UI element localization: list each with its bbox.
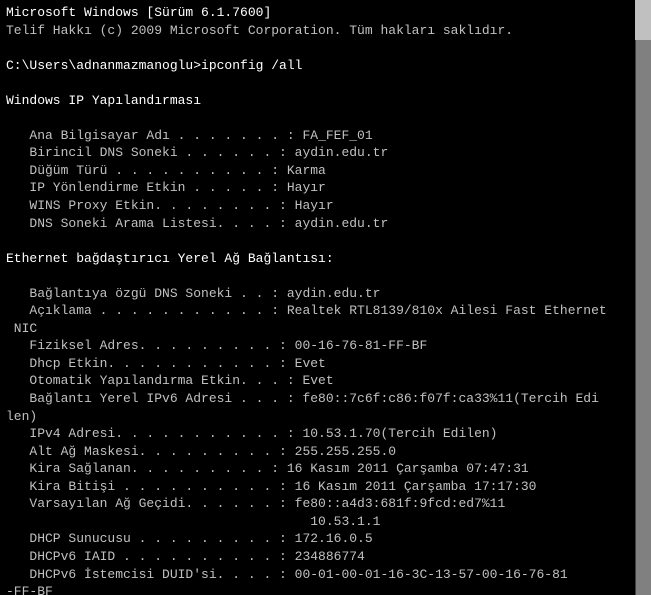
- terminal-line: Bağlantı Yerel IPv6 Adresi . . . : fe80:…: [6, 390, 645, 408]
- terminal-line: Açıklama . . . . . . . . . . . : Realtek…: [6, 302, 645, 320]
- terminal-line: Düğüm Türü . . . . . . . . . . : Karma: [6, 162, 645, 180]
- terminal-window[interactable]: Microsoft Windows [Sürüm 6.1.7600]Telif …: [0, 0, 651, 595]
- terminal-line: [6, 267, 645, 285]
- terminal-line: Varsayılan Ağ Geçidi. . . . . . : fe80::…: [6, 495, 645, 513]
- terminal-line: DHCPv6 İstemcisi DUID'si. . . . : 00-01-…: [6, 566, 645, 584]
- terminal-line: Kira Bitişi . . . . . . . . . . : 16 Kas…: [6, 478, 645, 496]
- terminal-line: [6, 74, 645, 92]
- terminal-line: Ethernet bağdaştırıcı Yerel Ağ Bağlantıs…: [6, 250, 645, 268]
- terminal-line: [6, 109, 645, 127]
- terminal-line: Dhcp Etkin. . . . . . . . . . . : Evet: [6, 355, 645, 373]
- terminal-line: Windows IP Yapılandırması: [6, 92, 645, 110]
- terminal-line: IP Yönlendirme Etkin . . . . . : Hayır: [6, 179, 645, 197]
- terminal-line: NIC: [6, 320, 645, 338]
- terminal-line: Ana Bilgisayar Adı . . . . . . . : FA_FE…: [6, 127, 645, 145]
- terminal-line: C:\Users\adnanmazmanoglu>ipconfig /all: [6, 57, 645, 75]
- terminal-line: Microsoft Windows [Sürüm 6.1.7600]: [6, 4, 645, 22]
- terminal-line: DNS Soneki Arama Listesi. . . . : aydin.…: [6, 215, 645, 233]
- terminal-line: len): [6, 408, 645, 426]
- terminal-line: Birincil DNS Soneki . . . . . . : aydin.…: [6, 144, 645, 162]
- terminal-line: Fiziksel Adres. . . . . . . . . : 00-16-…: [6, 337, 645, 355]
- terminal-line: Kira Sağlanan. . . . . . . . . : 16 Kası…: [6, 460, 645, 478]
- terminal-line: -FF-BF: [6, 583, 645, 595]
- terminal-output: Microsoft Windows [Sürüm 6.1.7600]Telif …: [6, 4, 645, 595]
- terminal-line: [6, 39, 645, 57]
- terminal-line: Alt Ağ Maskesi. . . . . . . . . : 255.25…: [6, 443, 645, 461]
- terminal-line: WINS Proxy Etkin. . . . . . . . : Hayır: [6, 197, 645, 215]
- scrollbar[interactable]: [635, 0, 651, 595]
- terminal-line: [6, 232, 645, 250]
- terminal-line: DHCPv6 IAID . . . . . . . . . . : 234886…: [6, 548, 645, 566]
- terminal-line: IPv4 Adresi. . . . . . . . . . . : 10.53…: [6, 425, 645, 443]
- terminal-line: Telif Hakkı (c) 2009 Microsoft Corporati…: [6, 22, 645, 40]
- terminal-line: 10.53.1.1: [6, 513, 645, 531]
- terminal-line: DHCP Sunucusu . . . . . . . . . : 172.16…: [6, 530, 645, 548]
- terminal-line: Otomatik Yapılandırma Etkin. . . : Evet: [6, 372, 645, 390]
- scrollbar-thumb[interactable]: [635, 0, 651, 40]
- terminal-line: Bağlantıya özgü DNS Soneki . . : aydin.e…: [6, 285, 645, 303]
